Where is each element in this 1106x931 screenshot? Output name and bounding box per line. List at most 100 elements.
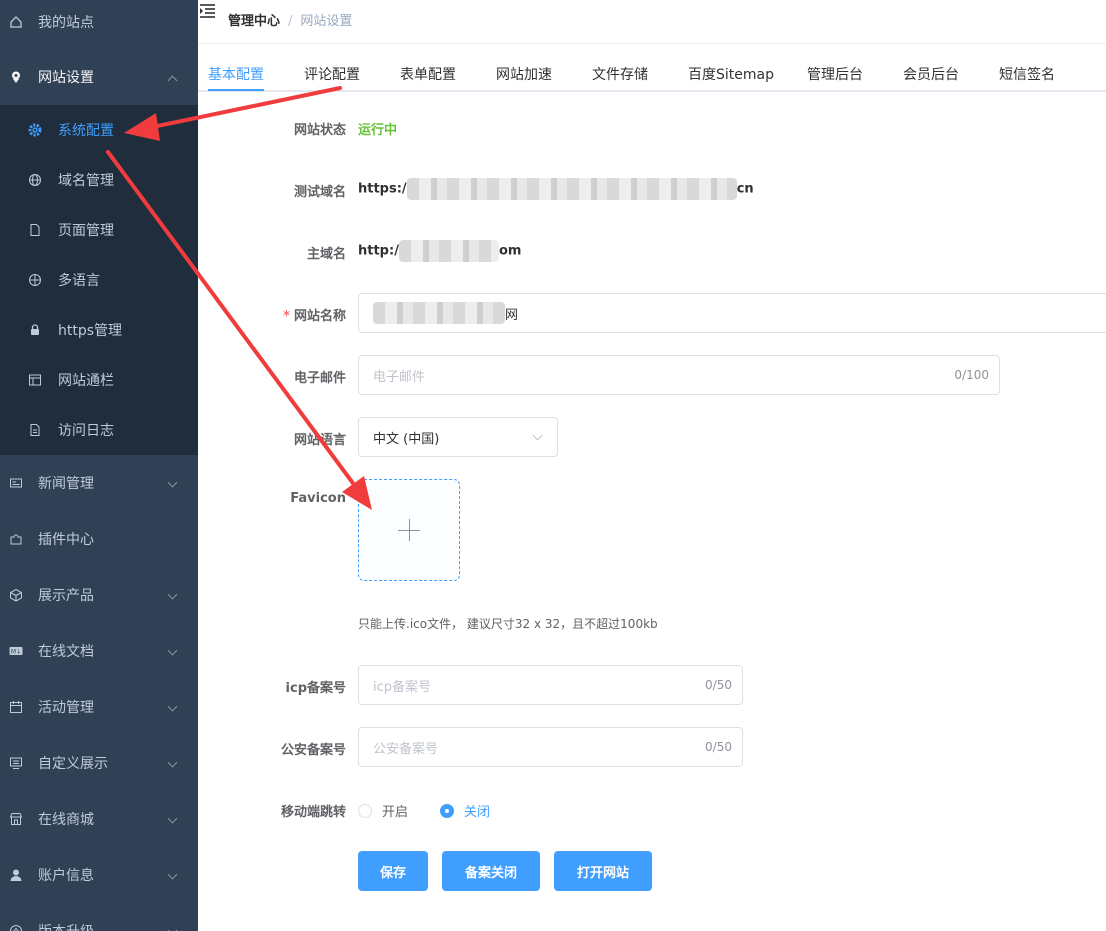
sidebar-item-label: 我的站点	[38, 15, 94, 31]
mobile-redirect-off-radio[interactable]: 关闭	[440, 801, 490, 820]
home-icon	[8, 14, 24, 30]
sidebar-item-upgrade[interactable]: 版本升级	[0, 903, 198, 931]
sidebar-item-label: 自定义展示	[38, 756, 108, 772]
sidebar-item-label: https管理	[58, 323, 123, 339]
user-icon	[8, 867, 24, 883]
tab-site-acceleration[interactable]: 网站加速	[496, 64, 552, 84]
layout-icon	[28, 373, 42, 387]
chevron-down-icon	[167, 701, 178, 712]
sidebar-item-label: 网站通栏	[58, 373, 114, 389]
sidebar-item-label: 多语言	[58, 273, 100, 289]
site-name-input[interactable]: 网	[358, 293, 1106, 333]
open-site-button[interactable]: 打开网站	[554, 851, 652, 891]
icp-input[interactable]: icp备案号 0/50	[358, 665, 743, 705]
tab-admin-backend[interactable]: 管理后台	[807, 64, 863, 84]
sidebar-item-banner[interactable]: 网站通栏	[0, 355, 198, 405]
tab-active-indicator	[208, 89, 264, 91]
test-domain-value: https:/ cn	[358, 178, 754, 200]
sidebar-item-label: 新闻管理	[38, 476, 94, 492]
sidebar-item-events[interactable]: 活动管理	[0, 679, 198, 735]
tab-file-storage[interactable]: 文件存储	[592, 64, 648, 84]
mobile-redirect-on-radio[interactable]: 开启	[358, 801, 408, 820]
sidebar-item-label: 在线商城	[38, 812, 94, 828]
sidebar-item-account[interactable]: 账户信息	[0, 847, 198, 903]
tab-basic-config[interactable]: 基本配置	[208, 64, 264, 84]
redacted-blur	[406, 178, 737, 200]
sidebar-item-system-config[interactable]: 系统配置	[0, 105, 198, 155]
display-icon	[8, 755, 24, 771]
sidebar-item-label: 网站设置	[38, 70, 94, 86]
sidebar-item-shop[interactable]: 在线商城	[0, 791, 198, 847]
radio-circle	[440, 803, 454, 818]
sidebar-item-site-settings[interactable]: 网站设置	[0, 49, 198, 105]
icp-char-count: 0/50	[705, 678, 732, 692]
police-record-label: 公安备案号	[280, 743, 346, 758]
sidebar-item-https[interactable]: https管理	[0, 305, 198, 355]
favicon-upload[interactable]	[358, 479, 460, 581]
email-placeholder: 电子邮件	[373, 369, 426, 385]
sidebar-item-label: 页面管理	[58, 223, 114, 239]
sidebar-item-my-sites[interactable]: 我的站点	[0, 0, 198, 50]
sidebar-item-pages[interactable]: 页面管理	[0, 205, 198, 255]
record-close-button[interactable]: 备案关闭	[442, 851, 540, 891]
radio-label: 关闭	[464, 805, 491, 820]
language-icon	[28, 273, 42, 287]
police-record-char-count: 0/50	[705, 740, 732, 754]
settings-tabs: 基本配置 评论配置 表单配置 网站加速 文件存储 百度Sitemap 管理后台 …	[198, 44, 1106, 92]
shop-icon	[8, 811, 24, 827]
chevron-down-icon	[167, 589, 178, 600]
police-record-input[interactable]: 公安备案号 0/50	[358, 727, 743, 767]
site-name-label-text: 网站名称	[293, 309, 346, 324]
redacted-blur	[373, 302, 505, 324]
tab-member-backend[interactable]: 会员后台	[903, 64, 959, 84]
test-domain-label: 测试域名	[293, 185, 346, 200]
favicon-tip: 只能上传.ico文件， 建议尺寸32 x 32，且不超过100kb	[358, 617, 658, 631]
sidebar-item-docs[interactable]: M↓ 在线文档	[0, 623, 198, 679]
chevron-down-icon	[167, 477, 178, 488]
upgrade-icon	[8, 923, 24, 931]
sidebar: 我的站点 网站设置 系统配置 域名管理 页面管理 多语言 https管理 网站通…	[0, 0, 198, 931]
chevron-down-icon	[167, 925, 178, 931]
site-status-value: 运行中	[358, 123, 398, 138]
sidebar-item-domains[interactable]: 域名管理	[0, 155, 198, 205]
sidebar-item-label: 展示产品	[38, 588, 94, 604]
main-domain-prefix: http:/	[358, 243, 399, 259]
required-mark: *	[283, 309, 290, 324]
sidebar-item-news[interactable]: 新闻管理	[0, 455, 198, 511]
main-domain-value: http:/ om	[358, 240, 521, 262]
chevron-down-icon	[167, 813, 178, 824]
main-domain-label: 主域名	[306, 247, 346, 262]
sidebar-item-custom-display[interactable]: 自定义展示	[0, 735, 198, 791]
breadcrumb-separator: /	[288, 14, 293, 29]
police-record-placeholder: 公安备案号	[373, 741, 439, 757]
puzzle-icon	[8, 531, 24, 547]
email-label: 电子邮件	[293, 371, 346, 386]
tab-baidu-sitemap[interactable]: 百度Sitemap	[688, 64, 774, 84]
sidebar-item-access-log[interactable]: 访问日志	[0, 405, 198, 455]
chevron-down-icon	[167, 645, 178, 656]
test-domain-suffix: cn	[736, 181, 754, 197]
sidebar-item-label: 域名管理	[58, 173, 114, 189]
tab-sms-signature[interactable]: 短信签名	[999, 64, 1055, 84]
save-button[interactable]: 保存	[358, 851, 428, 891]
site-name-label: * 网站名称	[196, 305, 346, 324]
language-label: 网站语言	[293, 433, 346, 448]
sidebar-item-languages[interactable]: 多语言	[0, 255, 198, 305]
breadcrumb-home[interactable]: 管理中心	[228, 14, 280, 29]
chevron-down-icon	[532, 430, 543, 441]
language-select[interactable]: 中文 (中国)	[358, 417, 558, 457]
document-icon	[28, 223, 42, 237]
sidebar-item-label: 插件中心	[38, 532, 94, 548]
breadcrumb: 管理中心 / 网站设置	[228, 10, 352, 29]
icp-label: icp备案号	[285, 681, 346, 696]
sidebar-item-plugins[interactable]: 插件中心	[0, 511, 198, 567]
sidebar-item-label: 系统配置	[58, 123, 114, 139]
menu-toggle-icon[interactable]	[200, 4, 216, 18]
favicon-label: Favicon	[290, 491, 346, 506]
tab-form-config[interactable]: 表单配置	[400, 64, 456, 84]
email-input[interactable]: 电子邮件 0/100	[358, 355, 1000, 395]
tab-comment-config[interactable]: 评论配置	[304, 64, 360, 84]
globe-icon	[28, 173, 42, 187]
markdown-icon: M↓	[8, 643, 24, 659]
sidebar-item-products[interactable]: 展示产品	[0, 567, 198, 623]
